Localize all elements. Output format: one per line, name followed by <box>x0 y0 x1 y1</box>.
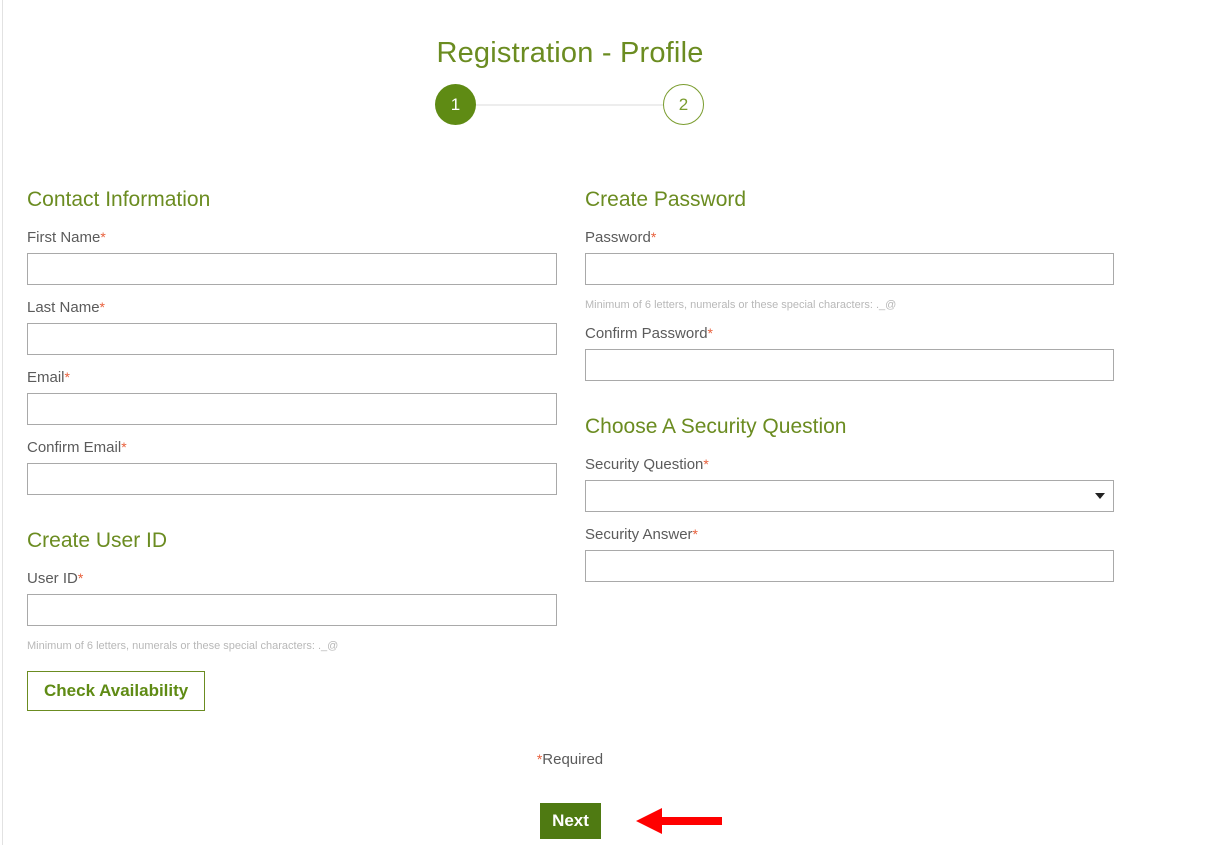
security-question-select[interactable] <box>585 480 1114 512</box>
field-password: Password* <box>585 228 1115 285</box>
required-legend: *Required <box>0 751 1140 768</box>
label-email: Email* <box>27 368 557 387</box>
check-availability-button[interactable]: Check Availability <box>27 671 206 711</box>
field-security-answer: Security Answer* <box>585 525 1115 582</box>
label-confirm-password: Confirm Password* <box>585 324 1115 343</box>
label-text-password: Password <box>585 229 651 246</box>
required-asterisk: * <box>707 325 713 341</box>
label-password: Password* <box>585 228 1115 247</box>
label-security-question: Security Question* <box>585 455 1115 474</box>
field-confirm-password: Confirm Password* <box>585 324 1115 381</box>
label-confirm-email: Confirm Email* <box>27 438 557 457</box>
section-heading-create-user-id: Create User ID <box>27 529 168 552</box>
field-security-question: Security Question* <box>585 455 1115 512</box>
label-text-security-question: Security Question <box>585 456 704 473</box>
label-last-name: Last Name* <box>27 298 557 317</box>
label-user-id: User ID* <box>27 569 557 588</box>
section-heading-create-password: Create Password <box>585 188 747 211</box>
required-asterisk: * <box>650 229 657 245</box>
step-2-inactive[interactable]: 2 <box>663 84 704 125</box>
user-id-input[interactable] <box>27 594 557 626</box>
field-first-name: First Name* <box>27 228 557 285</box>
confirm-email-input[interactable] <box>27 463 557 495</box>
required-asterisk: * <box>121 439 127 455</box>
last-name-input[interactable] <box>27 323 557 355</box>
required-legend-text: Required <box>542 751 604 768</box>
required-asterisk: * <box>77 570 84 586</box>
step-indicator: 1 2 <box>435 84 705 126</box>
label-text-last-name: Last Name <box>27 299 100 316</box>
left-column: Contact Information First Name* Last Nam… <box>27 188 557 711</box>
first-name-input[interactable] <box>27 253 557 285</box>
field-user-id: User ID* <box>27 569 557 626</box>
label-text-user-id: User ID <box>27 570 78 587</box>
security-question-select-wrapper <box>585 480 1114 512</box>
section-heading-contact-information: Contact Information <box>27 188 211 211</box>
required-asterisk: * <box>64 369 70 385</box>
password-hint: Minimum of 6 letters, numerals or these … <box>585 299 897 311</box>
label-first-name: First Name* <box>27 228 557 247</box>
user-id-hint: Minimum of 6 letters, numerals or these … <box>27 640 339 652</box>
page-left-border <box>2 0 3 845</box>
label-text-security-answer: Security Answer <box>585 526 693 543</box>
email-input[interactable] <box>27 393 557 425</box>
step-connector-line <box>469 104 681 106</box>
step-1-active[interactable]: 1 <box>435 84 476 125</box>
field-last-name: Last Name* <box>27 298 557 355</box>
field-confirm-email: Confirm Email* <box>27 438 557 495</box>
label-text-confirm-password: Confirm Password <box>585 325 708 342</box>
confirm-password-input[interactable] <box>585 349 1114 381</box>
required-asterisk: * <box>692 526 698 542</box>
red-arrow-annotation-icon <box>636 808 722 834</box>
section-heading-choose-security-question: Choose A Security Question <box>585 415 847 438</box>
label-text-first-name: First Name <box>27 229 101 246</box>
right-column: Create Password Password* Minimum of 6 l… <box>585 188 1115 595</box>
required-asterisk: * <box>703 456 709 472</box>
label-text-confirm-email: Confirm Email <box>27 439 122 456</box>
label-security-answer: Security Answer* <box>585 525 1115 544</box>
security-answer-input[interactable] <box>585 550 1114 582</box>
next-button[interactable]: Next <box>540 803 601 839</box>
page-title: Registration - Profile <box>436 37 704 70</box>
password-input[interactable] <box>585 253 1114 285</box>
required-asterisk: * <box>99 299 105 315</box>
required-asterisk: * <box>100 229 106 245</box>
label-text-email: Email <box>27 369 65 386</box>
field-email: Email* <box>27 368 557 425</box>
